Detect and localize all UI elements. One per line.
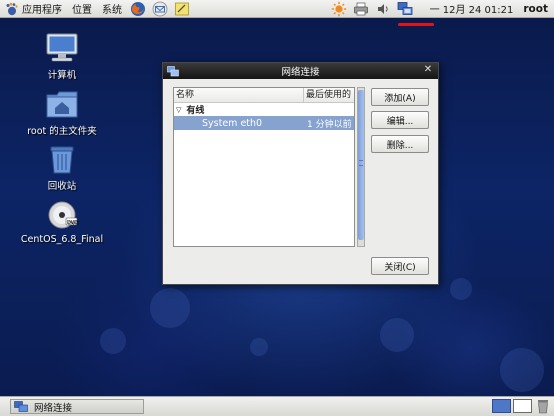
network-connections-dialog: 网络连接 ✕ 名称 最后使用的 ▽ 有线 System eth0 1 分钟以前 … [162,62,439,285]
user-menu[interactable]: root [523,3,548,15]
taskbar-window-label: 网络连接 [34,402,73,414]
list-header: 名称 最后使用的 [174,88,354,103]
notes-icon[interactable] [173,1,191,17]
edit-button[interactable]: 编辑... [371,111,429,129]
applications-menu[interactable]: 应用程序 [0,0,67,18]
workspace-2[interactable] [513,399,532,413]
computer-icon [44,32,80,64]
workspace-1[interactable] [492,399,511,413]
connections-list[interactable]: 名称 最后使用的 ▽ 有线 System eth0 1 分钟以前 [173,87,355,247]
group-row-wired[interactable]: ▽ 有线 [174,103,354,117]
printer-icon[interactable] [353,1,369,17]
applications-menu-label: 应用程序 [22,5,62,16]
clock[interactable]: 一 12月 24 01:21 [430,1,514,16]
desktop-icon-label: 计算机 [47,70,77,81]
highlight-underline [398,23,434,26]
delete-button[interactable]: 删除... [371,135,429,153]
taskbar-window-button[interactable]: 网络连接 [10,399,144,414]
svg-text:DVD: DVD [67,220,78,226]
home-folder-icon [44,88,80,120]
volume-icon[interactable] [375,1,391,17]
expander-triangle-icon[interactable]: ▽ [176,106,181,114]
system-menu-label: 系统 [102,5,122,16]
connection-last-used: 1 分钟以前 [307,119,352,130]
close-icon[interactable]: ✕ [422,64,434,76]
add-button[interactable]: 添加(A) [371,88,429,106]
places-menu-label: 位置 [72,5,92,16]
dvd-icon: DVD [44,199,80,231]
group-label: 有线 [186,106,205,116]
desktop-icon-label: 回收站 [47,181,77,192]
desktop-icon-dvd[interactable]: DVD CentOS_6.8_Final [14,199,110,245]
workspace-switcher [492,399,532,413]
connection-row[interactable]: System eth0 1 分钟以前 [174,116,354,130]
desktop-icon-computer[interactable]: 计算机 [14,32,110,81]
desktop-icon-label: root 的主文件夹 [27,126,97,137]
dialog-title: 网络连接 [281,67,320,78]
dialog-titlebar[interactable]: 网络连接 ✕ [163,63,438,79]
close-button[interactable]: 关闭(C) [371,257,429,275]
trash-icon [44,143,80,175]
scrollbar-grip-icon [359,160,363,166]
network-icon [14,401,28,412]
column-header-name[interactable]: 名称 [174,88,304,102]
system-tray: 一 12月 24 01:21 root [328,0,554,18]
system-menu[interactable]: 系统 [97,0,127,18]
mail-icon[interactable] [151,1,169,17]
connection-name: System eth0 [202,117,263,129]
firefox-icon[interactable] [129,1,147,17]
places-menu[interactable]: 位置 [67,0,97,18]
desktop-icon-home[interactable]: root 的主文件夹 [14,88,110,137]
column-header-last-used[interactable]: 最后使用的 [304,88,354,102]
list-scrollbar[interactable] [357,87,365,247]
bottom-panel: 网络连接 [0,396,554,416]
top-panel: 应用程序 位置 系统 一 12月 24 01:21 root [0,0,554,18]
trash-icon[interactable] [536,399,550,414]
desktop-icon-label: CentOS_6.8_Final [20,234,104,245]
desktop-icon-trash[interactable]: 回收站 [14,143,110,192]
foot-icon [5,2,19,16]
network-icon[interactable] [397,1,413,17]
update-sun-icon[interactable] [331,1,347,17]
